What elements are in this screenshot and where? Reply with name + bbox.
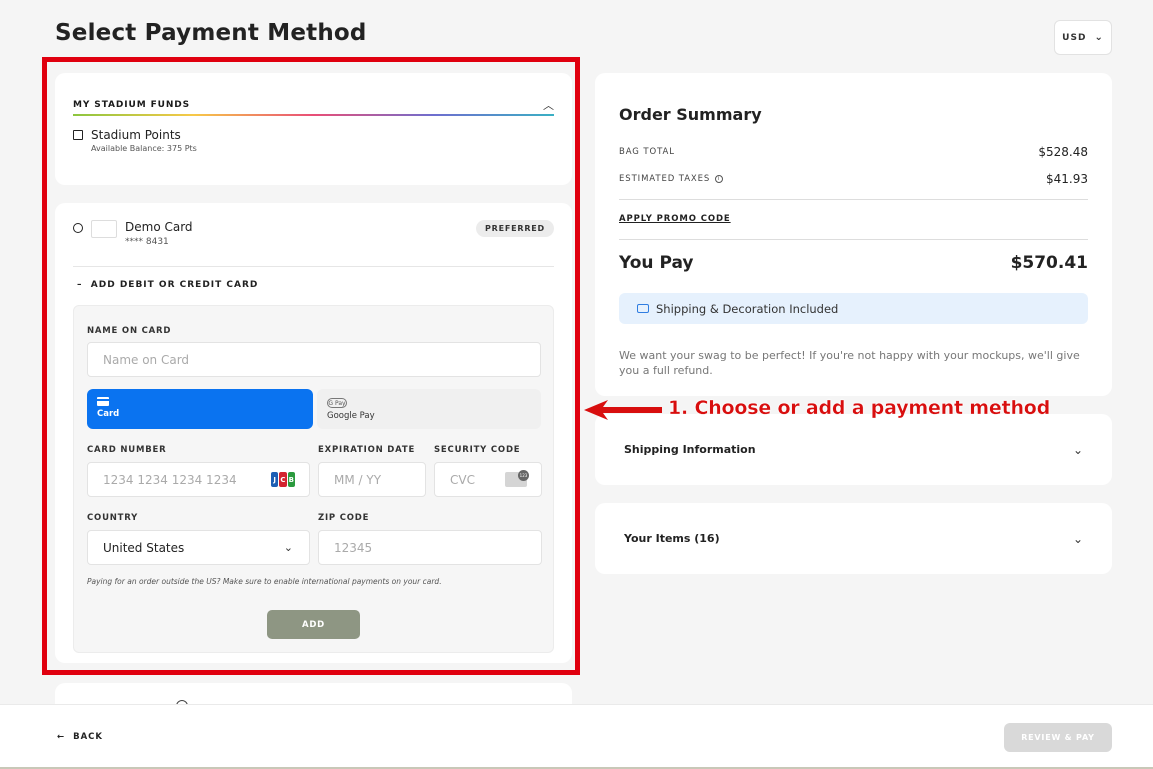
chevron-down-icon: ⌄ (1072, 442, 1083, 457)
bag-total-value: $528.48 (1038, 145, 1088, 159)
your-items-title: Your Items (16) (624, 532, 720, 545)
divider (619, 239, 1088, 240)
review-and-pay-button[interactable]: REVIEW & PAY (1004, 723, 1112, 752)
guarantee-text: We want your swag to be perfect! If you'… (619, 349, 1080, 377)
chevron-down-icon: ⌄ (1094, 32, 1104, 43)
order-summary-panel: Order Summary BAG TOTAL $528.48 ESTIMATE… (595, 73, 1112, 396)
back-button[interactable]: ← BACK (57, 732, 103, 742)
currency-value: USD (1062, 32, 1087, 43)
shipping-information-accordion[interactable]: Shipping Information ⌄ (595, 414, 1112, 485)
annotation-highlight-box (42, 57, 580, 675)
currency-select[interactable]: USD ⌄ (1054, 20, 1112, 55)
you-pay-value: $570.41 (1010, 253, 1088, 273)
footer-bar: ← BACK REVIEW & PAY (0, 704, 1153, 769)
truck-icon (637, 304, 649, 313)
chevron-down-icon: ⌄ (1072, 531, 1083, 546)
bag-total-row: BAG TOTAL $528.48 (619, 145, 1088, 159)
taxes-label: ESTIMATED TAXES (619, 174, 711, 184)
shipping-information-title: Shipping Information (624, 443, 756, 456)
you-pay-row: You Pay $570.41 (619, 253, 1088, 273)
divider (619, 199, 1088, 200)
back-label: BACK (73, 732, 104, 742)
shipping-banner-text: Shipping & Decoration Included (656, 301, 839, 316)
page-title: Select Payment Method (55, 20, 367, 46)
annotation-arrow-icon (584, 400, 662, 420)
taxes-label-wrap: ESTIMATED TAXES i (619, 174, 724, 184)
taxes-value: $41.93 (1046, 172, 1088, 186)
order-summary-title: Order Summary (619, 105, 762, 124)
shipping-banner: Shipping & Decoration Included (619, 293, 1088, 324)
your-items-accordion[interactable]: Your Items (16) ⌄ (595, 503, 1112, 574)
arrow-left-icon: ← (57, 732, 66, 742)
info-icon[interactable]: i (715, 175, 724, 183)
taxes-row: ESTIMATED TAXES i $41.93 (619, 172, 1088, 186)
apply-promo-code-link[interactable]: APPLY PROMO CODE (619, 214, 731, 224)
bag-total-label: BAG TOTAL (619, 147, 675, 157)
annotation-text: 1. Choose or add a payment method (668, 397, 1051, 419)
you-pay-label: You Pay (619, 253, 694, 273)
